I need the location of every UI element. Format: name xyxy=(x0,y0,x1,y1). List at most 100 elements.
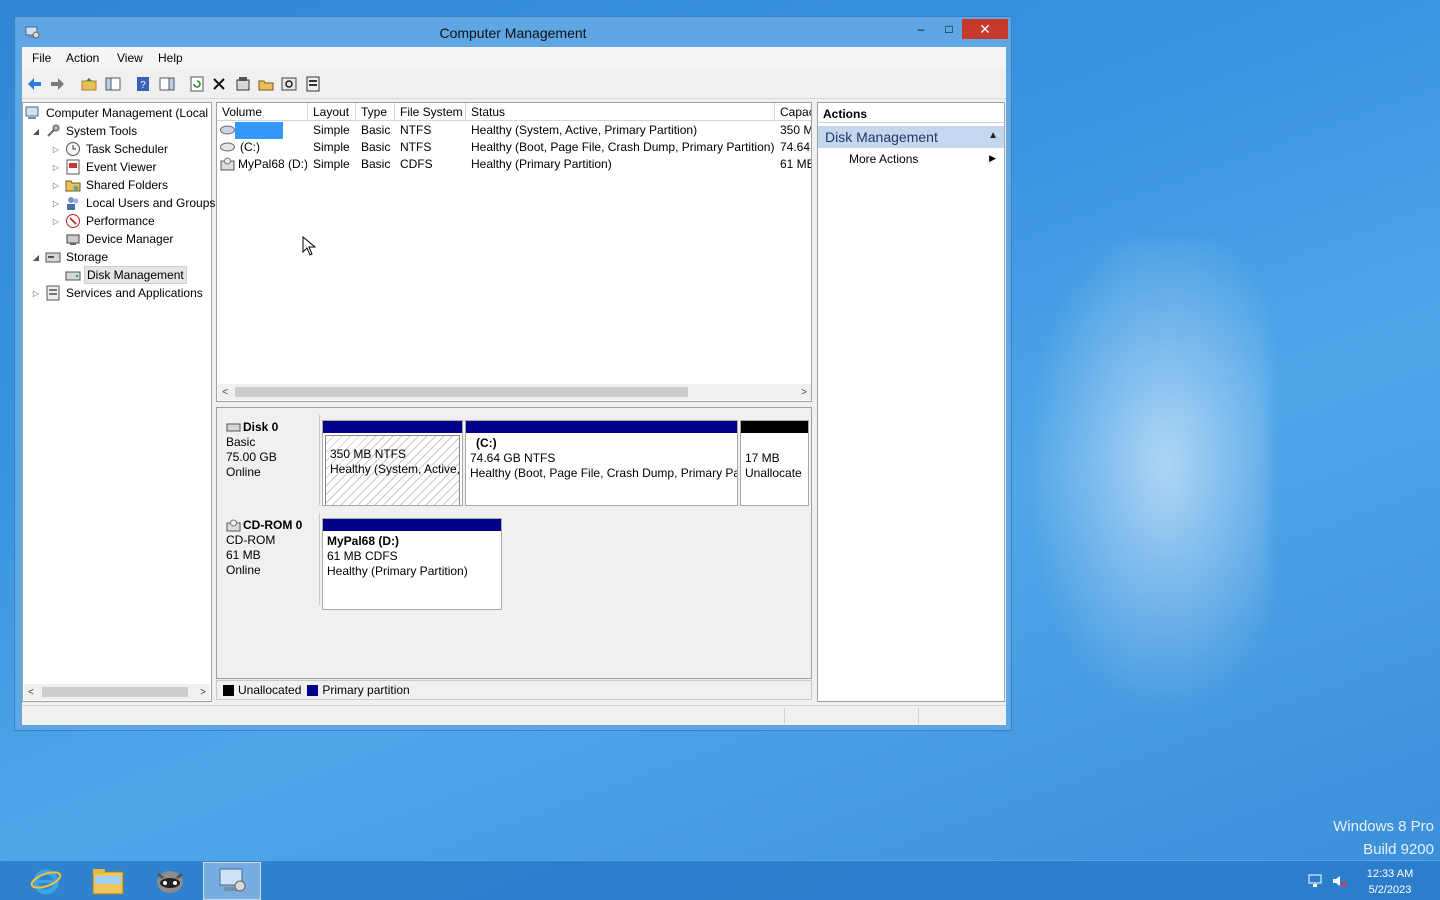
partition-d-drive[interactable]: MyPal68 (D:) 61 MB CDFS Healthy (Primary… xyxy=(322,518,502,610)
properties-icon[interactable] xyxy=(234,75,252,93)
delete-icon[interactable] xyxy=(210,75,228,93)
expand-icon[interactable]: ▷ xyxy=(51,163,61,172)
status-cell: Healthy (Primary Partition) xyxy=(471,157,612,171)
disk-graphical-view: Disk 0 Basic 75.00 GB Online 350 MB NTFS… xyxy=(216,407,812,679)
tree-item-system-tools[interactable]: ◢ System Tools xyxy=(31,122,139,140)
tree-item-event-viewer[interactable]: ▷ Event Viewer xyxy=(51,158,158,176)
layout-cell: Simple xyxy=(313,157,350,171)
table-row[interactable]: MyPal68 (D:) Simple Basic CDFS Healthy (… xyxy=(217,156,811,173)
more-actions-item[interactable]: More Actions ▶ xyxy=(818,148,1004,170)
shared-folder-icon xyxy=(65,180,81,192)
tree-item-disk-management[interactable]: Disk Management xyxy=(65,266,187,284)
show-hide-tree-icon[interactable] xyxy=(104,75,122,93)
scroll-left-arrow[interactable]: < xyxy=(24,684,38,700)
disk-0-label[interactable]: Disk 0 Basic 75.00 GB Online xyxy=(218,415,320,505)
title-bar[interactable]: Computer Management – □ ✕ xyxy=(15,17,1011,47)
column-header-layout[interactable]: Layout xyxy=(308,103,356,121)
primary-partition-bar xyxy=(466,421,737,433)
type-cell: Basic xyxy=(361,140,391,154)
disk-type: Basic xyxy=(226,435,256,449)
cdrom-0-label[interactable]: CD-ROM 0 CD-ROM 61 MB Online xyxy=(218,513,320,605)
disk-management-pane: Volume Layout Type File System Status Ca… xyxy=(216,102,812,702)
collapse-icon[interactable]: ◢ xyxy=(31,127,41,136)
windows-watermark: Windows 8 Pro Build 9200 xyxy=(1333,815,1434,861)
maximize-button[interactable]: □ xyxy=(936,19,962,39)
layout-cell: Simple xyxy=(313,140,350,154)
menu-file[interactable]: File xyxy=(32,51,51,65)
column-header-status[interactable]: Status xyxy=(466,103,775,121)
settings-icon[interactable] xyxy=(304,75,322,93)
navigation-tree-pane: Computer Management (Local ◢ System Tool… xyxy=(22,102,215,702)
actions-section-disk-management[interactable]: Disk Management ▲ xyxy=(818,126,1004,148)
column-header-volume[interactable]: Volume xyxy=(217,103,308,121)
tree-item-performance[interactable]: ▷ Performance xyxy=(51,212,157,230)
back-arrow-icon[interactable] xyxy=(26,75,44,93)
column-header-capacity[interactable]: Capac xyxy=(775,103,811,121)
internet-explorer-button[interactable] xyxy=(17,862,75,900)
scroll-right-arrow[interactable]: > xyxy=(797,384,811,400)
tree-item-computer-management[interactable]: Computer Management (Local xyxy=(25,104,210,122)
table-row[interactable]: Simple Basic NTFS Healthy (System, Activ… xyxy=(217,122,811,139)
collapse-icon[interactable]: ◢ xyxy=(31,253,41,262)
tree-item-local-users[interactable]: ▷ Local Users and Groups xyxy=(51,194,217,212)
volume-list-horizontal-scrollbar[interactable]: < > xyxy=(218,384,811,400)
taskbar: 12:33 AM 5/2/2023 xyxy=(0,860,1440,900)
tree-label: Device Manager xyxy=(86,232,174,246)
computer-management-taskbar-button[interactable] xyxy=(203,862,261,900)
scroll-thumb[interactable] xyxy=(235,387,688,397)
partition-size: 17 MB xyxy=(745,451,780,465)
computer-icon xyxy=(25,106,39,119)
menu-help[interactable]: Help xyxy=(158,51,183,65)
expand-icon[interactable]: ▷ xyxy=(51,145,61,154)
actions-header: Actions xyxy=(818,103,1004,123)
mouse-cursor-icon xyxy=(302,236,316,256)
column-header-file-system[interactable]: File System xyxy=(395,103,466,121)
collapse-caret-icon[interactable]: ▲ xyxy=(988,130,998,141)
minimize-button[interactable]: – xyxy=(908,19,934,39)
tree-item-services-applications[interactable]: ▷ Services and Applications xyxy=(31,284,205,302)
show-hide-action-pane-icon[interactable] xyxy=(158,75,176,93)
build-text: Build 9200 xyxy=(1363,841,1434,858)
expand-icon[interactable]: ▷ xyxy=(51,199,61,208)
table-row[interactable]: (C:) Simple Basic NTFS Healthy (Boot, Pa… xyxy=(217,139,811,156)
partition-c-drive[interactable]: (C:) 74.64 GB NTFS Healthy (Boot, Page F… xyxy=(465,420,738,506)
scroll-left-arrow[interactable]: < xyxy=(218,384,232,400)
partition-system-reserved[interactable]: 350 MB NTFS Healthy (System, Active, xyxy=(322,420,463,506)
forward-arrow-icon[interactable] xyxy=(48,75,66,93)
refresh-icon[interactable] xyxy=(188,75,206,93)
tree-horizontal-scrollbar[interactable]: < > xyxy=(24,684,210,700)
close-button[interactable]: ✕ xyxy=(962,19,1008,39)
system-clock[interactable]: 12:33 AM 5/2/2023 xyxy=(1360,866,1420,898)
search-icon[interactable] xyxy=(280,75,298,93)
partition-label: MyPal68 (D:) xyxy=(327,534,400,548)
scroll-thumb[interactable] xyxy=(42,687,188,697)
file-explorer-button[interactable] xyxy=(79,862,137,900)
volume-muted-icon[interactable] xyxy=(1331,873,1347,889)
svg-text:?: ? xyxy=(140,80,146,91)
scroll-right-arrow[interactable]: > xyxy=(196,684,210,700)
disk-state: Online xyxy=(226,563,261,577)
tree-item-device-manager[interactable]: Device Manager xyxy=(65,230,175,248)
legend-label: Unallocated xyxy=(238,683,302,697)
open-folder-icon[interactable] xyxy=(257,75,275,93)
window-client-area: File Action View Help ? Computer Managem… xyxy=(22,47,1006,725)
tree-item-task-scheduler[interactable]: ▷ Task Scheduler xyxy=(51,140,170,158)
tree-item-storage[interactable]: ◢ Storage xyxy=(31,248,110,266)
up-folder-icon[interactable] xyxy=(80,75,98,93)
column-header-type[interactable]: Type xyxy=(356,103,395,121)
partition-unallocated[interactable]: 17 MB Unallocate xyxy=(740,420,809,506)
tree-item-shared-folders[interactable]: ▷ Shared Folders xyxy=(51,176,170,194)
network-icon[interactable] xyxy=(1307,873,1323,889)
menu-action[interactable]: Action xyxy=(66,51,99,65)
mypal-browser-button[interactable] xyxy=(141,862,199,900)
disk-size: 61 MB xyxy=(226,548,261,562)
help-icon[interactable]: ? xyxy=(134,75,152,93)
volume-cell: (C:) xyxy=(240,140,260,154)
expand-icon[interactable]: ▷ xyxy=(31,289,41,298)
menu-bar: File Action View Help xyxy=(22,47,1006,69)
expand-icon[interactable]: ▷ xyxy=(51,181,61,190)
menu-view[interactable]: View xyxy=(117,51,143,65)
volume-cell: MyPal68 (D:) xyxy=(238,157,307,171)
clock-date: 5/2/2023 xyxy=(1368,884,1412,896)
expand-icon[interactable]: ▷ xyxy=(51,217,61,226)
